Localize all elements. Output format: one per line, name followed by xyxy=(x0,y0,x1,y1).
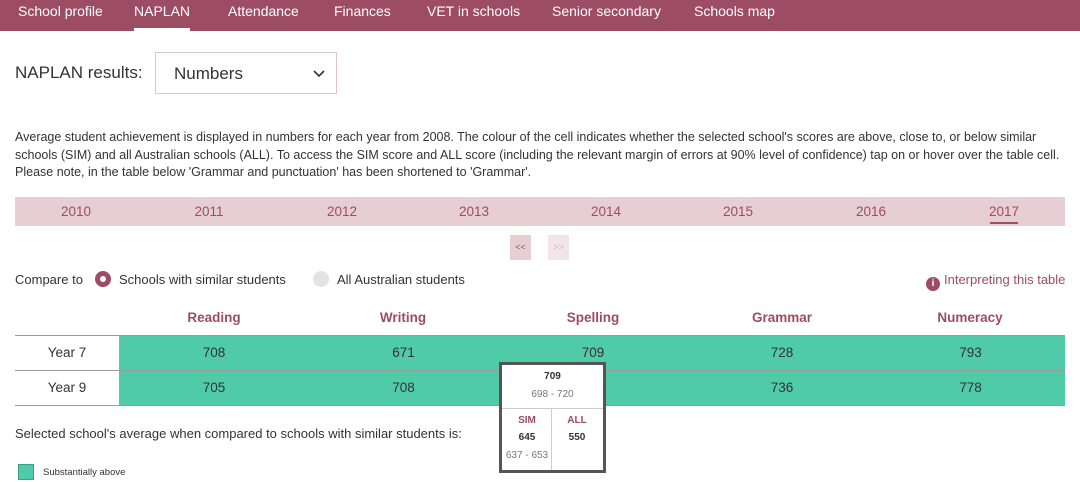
year-tab-2016[interactable]: 2016 xyxy=(856,197,886,226)
year-tab-2013[interactable]: 2013 xyxy=(459,197,489,226)
chevron-down-icon xyxy=(313,70,325,78)
info-icon: i xyxy=(926,277,940,291)
year-tab-2014[interactable]: 2014 xyxy=(591,197,621,226)
column-header-grammar: Grammar xyxy=(751,310,813,325)
tooltip-divider xyxy=(551,409,552,470)
tooltip-sim-range: 637 - 653 xyxy=(505,450,549,461)
nav-item-senior-secondary[interactable]: Senior secondary xyxy=(552,0,661,31)
top-navigation: School profile NAPLAN Attendance Finance… xyxy=(0,0,1080,31)
description-text: Average student achievement is displayed… xyxy=(15,130,1060,179)
cell-year7-numeracy[interactable]: 793 xyxy=(876,336,1065,370)
compare-to-label: Compare to xyxy=(15,272,83,287)
radio-similar-students[interactable] xyxy=(95,271,111,287)
column-header-numeracy: Numeracy xyxy=(937,310,1003,325)
nav-item-finances[interactable]: Finances xyxy=(334,0,391,31)
radio-all-australian-students[interactable] xyxy=(313,271,329,287)
tooltip-score: 709 xyxy=(544,371,561,382)
nav-item-schools-map[interactable]: Schools map xyxy=(694,0,775,31)
legend-swatch-substantially-above xyxy=(18,464,34,480)
tooltip-all-label: ALL xyxy=(567,415,587,426)
year-selector: 2010 2011 2012 2013 2014 2015 2016 2017 xyxy=(15,197,1065,226)
selected-year-indicator xyxy=(990,222,1018,224)
legend-label-substantially-above: Substantially above xyxy=(43,467,126,478)
column-header-reading: Reading xyxy=(187,310,241,325)
tooltip-all-value: 550 xyxy=(568,432,586,443)
column-header-writing: Writing xyxy=(379,310,427,325)
cell-year9-grammar[interactable]: 736 xyxy=(688,371,876,405)
year-tab-2010[interactable]: 2010 xyxy=(61,197,91,226)
prev-years-button[interactable]: << xyxy=(510,235,531,260)
year-tab-2012[interactable]: 2012 xyxy=(327,197,357,226)
nav-item-school-profile[interactable]: School profile xyxy=(18,0,103,31)
select-value: Numbers xyxy=(174,64,243,83)
nav-item-vet-in-schools[interactable]: VET in schools xyxy=(427,0,520,31)
year-tab-2011[interactable]: 2011 xyxy=(194,197,223,226)
cell-year9-numeracy[interactable]: 778 xyxy=(876,371,1065,405)
naplan-results-select[interactable]: Numbers xyxy=(155,52,337,94)
cell-year7-writing[interactable]: 671 xyxy=(309,336,498,370)
naplan-results-label: NAPLAN results: xyxy=(15,63,143,82)
radio-label-similar-students[interactable]: Schools with similar students xyxy=(119,272,286,287)
score-tooltip: 709 698 - 720 SIM 645 637 - 653 ALL 550 xyxy=(499,362,606,473)
cell-year9-writing[interactable]: 708 xyxy=(309,371,498,405)
row-label-year-7: Year 7 xyxy=(47,345,87,360)
interpreting-this-table-link[interactable]: i Interpreting this table xyxy=(926,272,1065,291)
year-tab-2015[interactable]: 2015 xyxy=(723,197,753,226)
interpreting-label: Interpreting this table xyxy=(944,272,1066,287)
nav-item-attendance[interactable]: Attendance xyxy=(228,0,299,31)
tooltip-sim-label: SIM xyxy=(518,415,536,426)
next-years-button[interactable]: >> xyxy=(548,235,569,260)
tooltip-divider xyxy=(502,408,603,409)
column-header-spelling: Spelling xyxy=(566,310,620,325)
comparison-description: Selected school's average when compared … xyxy=(15,426,462,441)
cell-year9-reading[interactable]: 705 xyxy=(119,371,309,405)
row-label-year-9: Year 9 xyxy=(47,380,87,395)
tooltip-sim-value: 645 xyxy=(518,432,536,443)
cell-year7-reading[interactable]: 708 xyxy=(119,336,309,370)
nav-item-naplan[interactable]: NAPLAN xyxy=(134,0,191,31)
cell-year7-grammar[interactable]: 728 xyxy=(688,336,876,370)
radio-label-all-australian-students[interactable]: All Australian students xyxy=(337,272,465,287)
tooltip-score-range: 698 - 720 xyxy=(531,389,574,400)
